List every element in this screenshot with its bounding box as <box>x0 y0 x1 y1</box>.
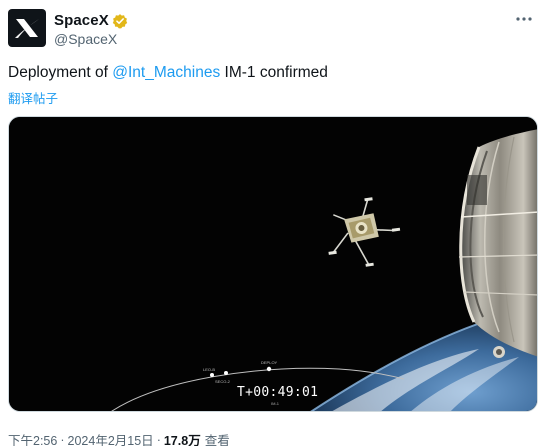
display-name[interactable]: SpaceX <box>54 12 109 29</box>
launch-webcast-frame <box>9 117 537 411</box>
tweet-text-prefix: Deployment of <box>8 64 108 81</box>
post-date[interactable]: 2024年2月15日 <box>68 430 154 446</box>
mission-timer: T+00:49:01 <box>237 385 319 400</box>
mission-timer-sublabel: IM-1 <box>271 401 279 406</box>
verified-badge-icon <box>112 13 128 28</box>
timeline-label: DEPLOY <box>261 360 278 365</box>
tweet-header: SpaceX @SpaceX <box>8 9 534 49</box>
views-count: 17.8万 <box>163 434 201 446</box>
tweet-text-suffix: IM-1 confirmed <box>224 64 328 81</box>
mention-link[interactable]: @Int_Machines <box>112 64 220 81</box>
views-label[interactable]: 查看 <box>205 430 230 446</box>
tweet-footer: 下午2:56 · 2024年2月15日 · 17.8万 查看 <box>8 430 230 446</box>
display-name-row: SpaceX <box>54 12 128 29</box>
user-handle[interactable]: @SpaceX <box>54 31 117 47</box>
tweet-text: Deployment of @Int_Machines IM-1 confirm… <box>8 64 328 82</box>
timeline-label: LEO-B <box>203 367 216 372</box>
more-horizontal-icon <box>516 17 532 21</box>
spacex-logo-icon <box>15 19 39 38</box>
timeline-marker <box>224 371 228 375</box>
translate-post-link[interactable]: 翻译帖子 <box>8 88 58 107</box>
timeline-marker <box>210 373 214 377</box>
avatar[interactable] <box>8 9 46 47</box>
separator-dot: · <box>156 432 161 446</box>
timeline-label: SECO-2 <box>215 379 230 384</box>
tweet-card: SpaceX @SpaceX Deployment of @Int_Machin… <box>0 0 542 446</box>
more-options-button[interactable] <box>514 11 534 27</box>
timeline-marker <box>266 366 272 372</box>
separator-dot: · <box>60 432 65 446</box>
post-time[interactable]: 下午2:56 <box>8 430 57 446</box>
tweet-media-image[interactable]: LEO-B DEPLOY SECO-2 T+00:49:01 IM-1 <box>8 116 538 412</box>
